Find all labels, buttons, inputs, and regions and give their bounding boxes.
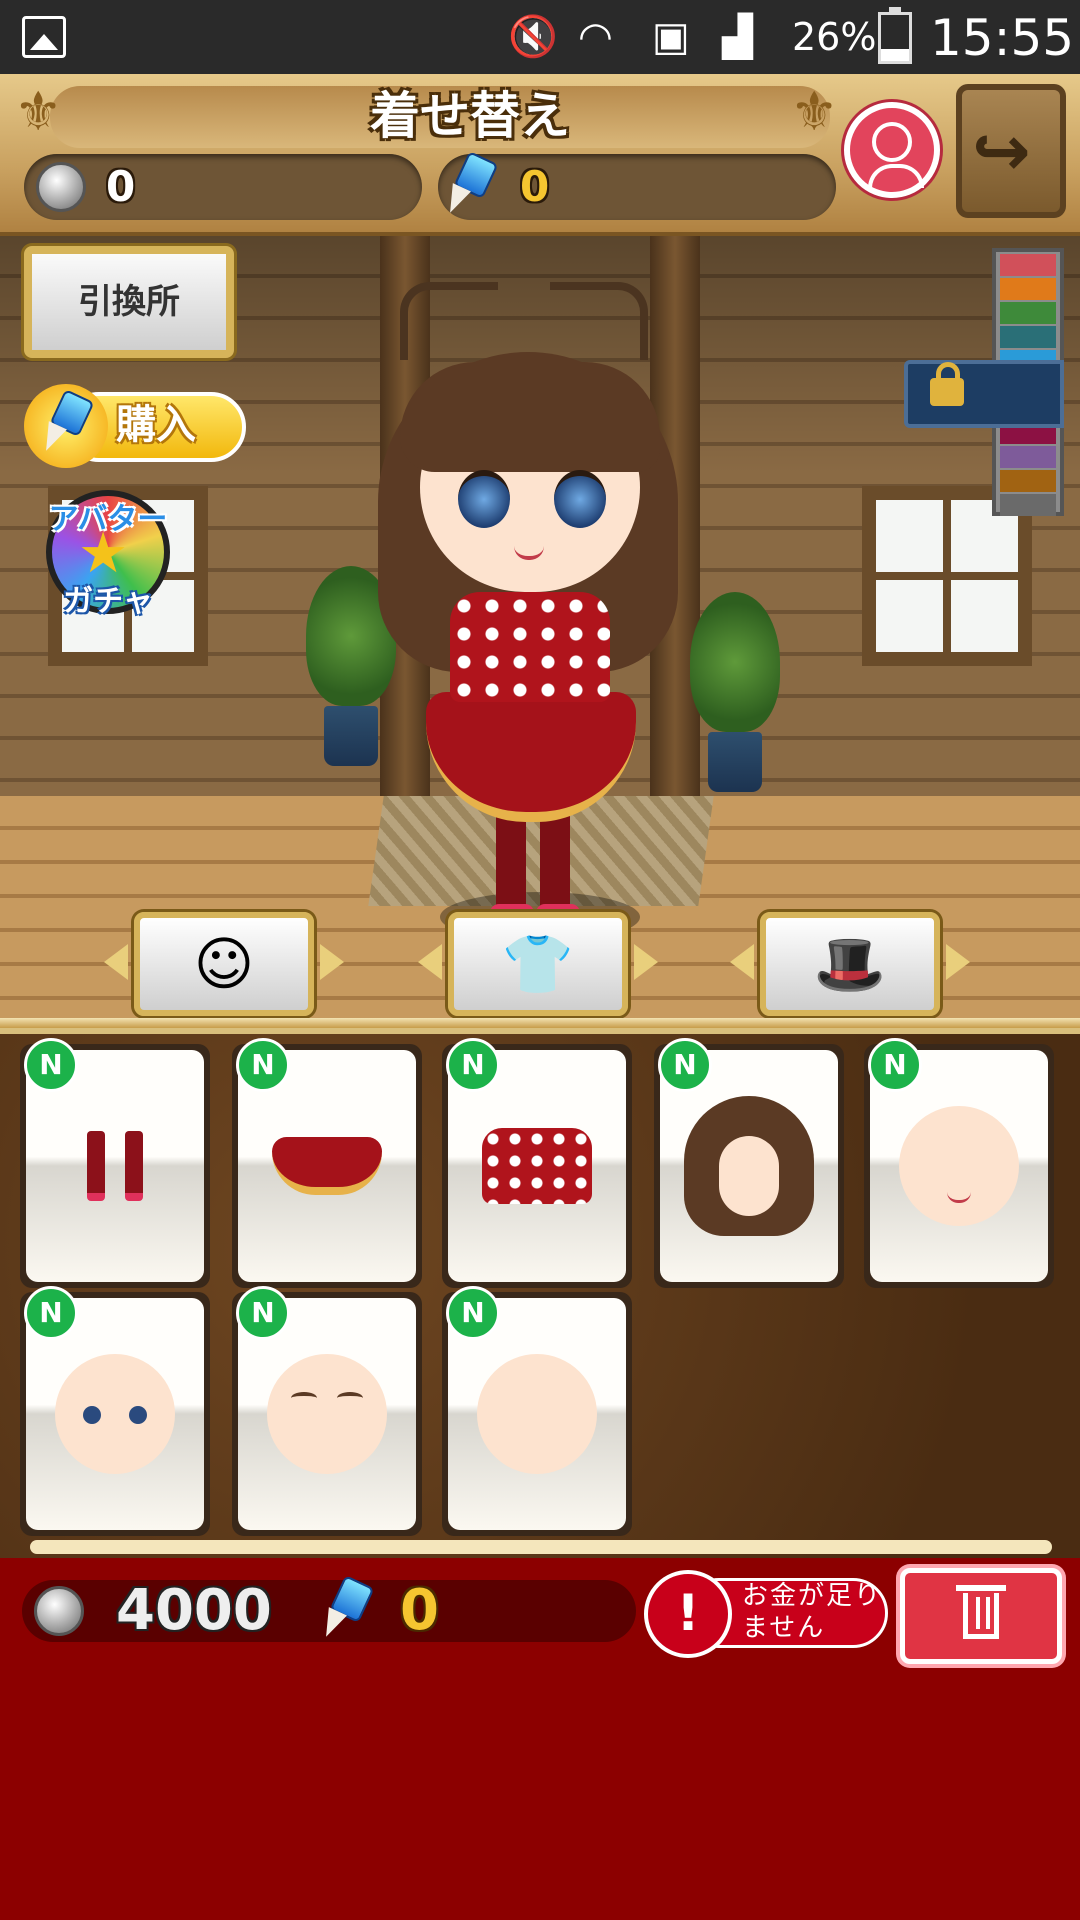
signal-icon: ▟: [722, 14, 753, 60]
coin-icon: [36, 162, 86, 212]
cost-display: 4000 0: [22, 1575, 636, 1643]
profile-button[interactable]: [844, 102, 940, 198]
header: ⚜ ⚜ 着せ替え 0 0 ↪: [0, 74, 1080, 236]
exchange-label: 引換所: [78, 282, 180, 322]
gem-count: 0: [520, 162, 550, 211]
item-card-skirt[interactable]: N: [232, 1038, 422, 1288]
avatar-gacha-button[interactable]: ★ アバター ガチャ: [20, 484, 196, 630]
arrow-left-icon: [104, 944, 128, 980]
trash-icon: [956, 1585, 1006, 1639]
item-card-face-base[interactable]: N: [442, 1286, 632, 1536]
gem-brush-icon: [441, 151, 499, 217]
item-card-hair[interactable]: N: [654, 1038, 844, 1288]
item-card-top[interactable]: N: [442, 1038, 632, 1288]
avatar-character[interactable]: [360, 282, 700, 942]
skirt-thumbnail: [272, 1137, 382, 1195]
rarity-badge: N: [236, 1286, 290, 1340]
arrow-right-icon: [946, 944, 970, 980]
rarity-badge: N: [446, 1038, 500, 1092]
avatar-eye: [554, 470, 606, 528]
eyes-thumbnail: [55, 1354, 175, 1474]
gem-balance: 0: [438, 151, 836, 220]
rarity-badge: N: [24, 1038, 78, 1092]
gacha-label-top: アバター: [48, 502, 168, 537]
arrow-right-icon: [320, 944, 344, 980]
hair-thumbnail: [684, 1096, 814, 1236]
coin-count: 0: [106, 162, 136, 211]
antler: [550, 282, 648, 360]
rarity-badge: N: [658, 1038, 712, 1092]
top-thumbnail: [482, 1128, 592, 1204]
avatar-skirt: [426, 692, 636, 822]
avatar-eye: [458, 470, 510, 528]
avatar-bangs: [400, 362, 660, 472]
color-lock-tab[interactable]: [904, 360, 1064, 428]
item-card-eyes[interactable]: N: [20, 1286, 210, 1536]
exchange-button[interactable]: 引換所: [24, 246, 234, 358]
plant: [690, 592, 780, 792]
color-swatch[interactable]: [1000, 470, 1056, 492]
legs-thumbnail: [75, 1131, 155, 1201]
return-arrow-icon: ↪: [972, 110, 1031, 192]
antler: [400, 282, 498, 360]
gem-brush-icon: [37, 389, 95, 455]
rarity-badge: N: [868, 1038, 922, 1092]
rarity-badge: N: [24, 1286, 78, 1340]
page-title: 着せ替え: [370, 87, 570, 145]
gem-brush-icon: [317, 1575, 375, 1641]
sim-error-icon: ▣: [652, 14, 690, 60]
item-card-eyebrows[interactable]: N: [232, 1286, 422, 1536]
arrow-right-icon: [634, 944, 658, 980]
mouth-thumbnail: [899, 1106, 1019, 1226]
clock: 15:55: [930, 9, 1075, 67]
eyebrows-thumbnail: [267, 1354, 387, 1474]
tab-accessories[interactable]: 🎩: [730, 912, 970, 1016]
battery-percent: 26%: [792, 15, 877, 59]
purchase-button[interactable]: 購入: [24, 384, 246, 468]
color-swatch[interactable]: [1000, 446, 1056, 468]
avatar-top: [450, 592, 610, 702]
color-swatch[interactable]: [1000, 254, 1056, 276]
color-swatch[interactable]: [1000, 326, 1056, 348]
rarity-badge: N: [236, 1038, 290, 1092]
gem-cost: 0: [400, 1578, 439, 1643]
item-card-legs[interactable]: N: [20, 1038, 210, 1288]
user-icon: [868, 122, 924, 188]
gacha-label-bottom: ガチャ: [63, 584, 153, 619]
warning-text: お金が足りません: [742, 1581, 883, 1643]
coin-balance: 0: [24, 154, 422, 220]
face-icon: ☺: [193, 930, 255, 998]
hat-glasses-icon: 🎩: [813, 930, 887, 998]
face-base-thumbnail: [477, 1354, 597, 1474]
color-swatch[interactable]: [1000, 302, 1056, 324]
lock-icon: [930, 362, 964, 406]
purchase-label: 購入: [116, 402, 196, 448]
trash-button[interactable]: [900, 1568, 1062, 1664]
clothes-icon: 👕: [501, 930, 575, 998]
mute-icon: 🔇: [508, 14, 558, 60]
coin-cost: 4000: [116, 1578, 272, 1643]
item-card-mouth[interactable]: N: [864, 1038, 1054, 1288]
back-button[interactable]: ↪: [956, 84, 1066, 218]
items-scrollbar[interactable]: [30, 1540, 1052, 1554]
avatar-stage: 引換所 購入 ★ アバター ガチャ ☺ 👕 ▼ 🎩: [0, 236, 1080, 1028]
status-bar: 🔇 ◠ ▣ ▟ 26% 15:55: [0, 0, 1080, 74]
wifi-icon: ◠: [578, 14, 613, 60]
rarity-badge: N: [446, 1286, 500, 1340]
items-panel: N N N N N N N N: [0, 1018, 1080, 1564]
alert-icon: !: [644, 1570, 732, 1658]
arrow-left-icon: [418, 944, 442, 980]
tab-clothes[interactable]: 👕 ▼: [418, 912, 658, 1028]
arrow-left-icon: [730, 944, 754, 980]
color-swatch[interactable]: [1000, 278, 1056, 300]
gallery-icon: [22, 16, 66, 58]
color-swatch[interactable]: [1000, 494, 1056, 516]
insufficient-funds-warning: ! お金が足りません: [644, 1570, 888, 1658]
coin-icon: [34, 1586, 84, 1636]
tab-face[interactable]: ☺: [104, 912, 344, 1016]
battery-icon: [878, 7, 912, 64]
bottom-bar: 4000 0 ! お金が足りません: [0, 1558, 1080, 1920]
